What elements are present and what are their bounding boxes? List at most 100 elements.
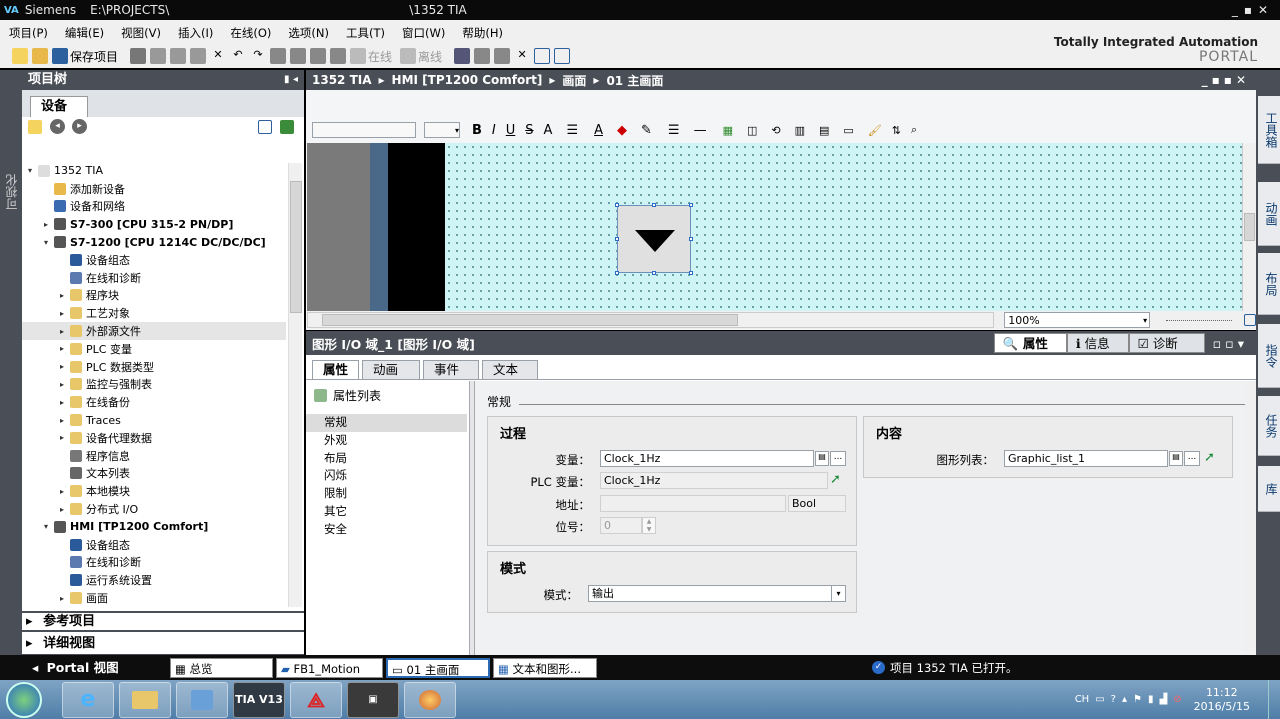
accessible-devices-icon[interactable] xyxy=(454,48,471,64)
zoom-select[interactable]: 100% ▾ xyxy=(1004,312,1151,328)
tab-instructions[interactable]: 指令 xyxy=(1258,324,1280,388)
tab-devices[interactable]: 设备 xyxy=(30,96,88,117)
print-icon[interactable] xyxy=(130,48,147,64)
expand-arrow-icon[interactable]: ▸ xyxy=(57,291,67,300)
close-editor-icon[interactable]: ✕ xyxy=(514,48,530,64)
goto-plc-icon[interactable]: ➚ xyxy=(830,472,841,487)
open-project-icon[interactable] xyxy=(32,48,48,64)
tab-animations[interactable]: 动画 xyxy=(362,360,421,380)
tree-item[interactable]: ▸ 设备代理数据 xyxy=(22,429,286,447)
graphic-io-field[interactable] xyxy=(617,205,691,273)
tree-item[interactable]: ▸ PLC 数据类型 xyxy=(22,358,286,376)
line-color-icon[interactable]: ✎ xyxy=(641,123,652,138)
font-family-select[interactable] xyxy=(312,122,416,138)
breadcrumb-screen[interactable]: 01 主画面 xyxy=(606,72,663,89)
language-indicator[interactable]: CH xyxy=(1075,694,1090,705)
property-list-item[interactable]: 闪烁 xyxy=(306,467,467,485)
align-icon[interactable]: ☰ xyxy=(566,123,578,138)
menu-window[interactable]: 窗口(W) xyxy=(402,25,445,41)
line-width-icon[interactable]: ☰ xyxy=(668,123,680,138)
paste-icon[interactable] xyxy=(190,48,207,64)
overview-icon[interactable] xyxy=(258,120,272,134)
expand-arrow-icon[interactable]: ▸ xyxy=(41,220,51,229)
tab-events[interactable]: 事件 xyxy=(423,360,480,380)
tree-item[interactable]: ▸ PLC 变量 xyxy=(22,340,286,358)
cross-reference-icon[interactable] xyxy=(474,48,491,64)
keyboard-icon[interactable]: ▭ xyxy=(1095,694,1104,705)
expand-arrow-icon[interactable]: ▸ xyxy=(57,309,67,318)
expand-arrow-icon[interactable]: ▾ xyxy=(41,522,51,531)
hmi-screen-canvas[interactable] xyxy=(445,143,1242,311)
window-controls[interactable]: _▪✕ xyxy=(1232,3,1274,17)
same-size-icon[interactable]: ▭ xyxy=(843,124,853,137)
split-vertical-icon[interactable] xyxy=(554,48,571,64)
tree-item[interactable]: ▸ 外部源文件 xyxy=(22,322,286,340)
format-painter-icon[interactable]: 🖌 xyxy=(868,124,882,137)
canvas-hscroll[interactable] xyxy=(307,312,995,328)
breadcrumb-screens[interactable]: 画面 xyxy=(562,72,586,89)
variable-field[interactable]: Clock_1Hz xyxy=(600,450,814,467)
zoom-icon[interactable]: ⌕ xyxy=(911,123,917,137)
clock[interactable]: 11:12 2016/5/15 xyxy=(1194,686,1250,714)
tree-item[interactable]: 在线和诊断 xyxy=(22,269,286,287)
expand-arrow-icon[interactable]: ▸ xyxy=(57,594,67,603)
handle-tr[interactable] xyxy=(689,203,693,207)
go-online-button[interactable]: 在线 xyxy=(368,48,392,65)
portal-view-button[interactable]: ◂ Portal 视图 xyxy=(0,655,170,680)
line-style-icon[interactable]: — xyxy=(694,123,707,138)
expand-arrow-icon[interactable]: ▸ xyxy=(57,433,67,442)
navigation-icon[interactable] xyxy=(1244,314,1256,326)
tree-item[interactable]: ▸ 工艺对象 xyxy=(22,304,286,322)
strikethrough-icon[interactable]: S xyxy=(525,123,533,138)
layer-icon[interactable]: ◫ xyxy=(747,124,757,137)
new-folder-icon[interactable] xyxy=(28,120,42,134)
tree-item[interactable]: ▸ 程序块 xyxy=(22,287,286,305)
expand-arrow-icon[interactable]: ▸ xyxy=(57,416,67,425)
menu-options[interactable]: 选项(N) xyxy=(288,25,329,41)
tab-toolbox[interactable]: 工具箱 xyxy=(1258,96,1280,164)
tab-layout[interactable]: 布局 xyxy=(1258,253,1280,315)
sync-icon[interactable] xyxy=(280,120,294,134)
compile-icon[interactable] xyxy=(270,48,287,64)
tree-item[interactable]: 文本列表 xyxy=(22,465,286,483)
distribute-icon[interactable]: ▤ xyxy=(819,124,829,137)
tia-v13-icon[interactable]: TIA V13 xyxy=(233,681,285,718)
copy-icon[interactable] xyxy=(170,48,187,64)
split-horizontal-icon[interactable] xyxy=(534,48,551,64)
forward-icon[interactable]: ▸ xyxy=(72,119,87,134)
property-list-item[interactable]: 其它 xyxy=(306,503,467,521)
status-tab-overview[interactable]: ▦ 总览 xyxy=(170,657,273,678)
goto-graphic-list-icon[interactable]: ➚ xyxy=(1204,450,1215,465)
download-icon[interactable] xyxy=(290,48,307,64)
menu-edit[interactable]: 编辑(E) xyxy=(65,25,104,41)
ie-icon[interactable]: e xyxy=(62,681,114,718)
property-list-item[interactable]: 外观 xyxy=(306,432,467,450)
vmware-icon[interactable]: ▣ xyxy=(347,681,399,718)
menu-insert[interactable]: 插入(I) xyxy=(178,25,213,41)
details-view-header[interactable]: ▸ 详细视图 xyxy=(22,634,304,655)
tree-item[interactable]: ▸ S7-300 [CPU 315-2 PN/DP] xyxy=(22,215,286,233)
start-button[interactable] xyxy=(6,681,42,718)
scroll-thumb[interactable] xyxy=(290,181,302,313)
go-offline-button[interactable]: 离线 xyxy=(418,48,442,65)
new-project-icon[interactable] xyxy=(12,48,28,64)
menu-online[interactable]: 在线(O) xyxy=(230,25,271,41)
flag-icon[interactable]: ⚑ xyxy=(1133,694,1142,705)
property-list-item[interactable]: 安全 xyxy=(306,521,467,539)
expand-arrow-icon[interactable]: ▸ xyxy=(57,327,67,336)
canvas-vscroll-thumb[interactable] xyxy=(1244,213,1255,241)
menu-view[interactable]: 视图(V) xyxy=(121,25,161,41)
tree-item[interactable]: 设备和网络 xyxy=(22,198,286,216)
tab-tasks[interactable]: 任务 xyxy=(1258,396,1280,456)
canvas-vscroll[interactable] xyxy=(1242,143,1256,311)
tree-item[interactable]: 添加新设备 xyxy=(22,180,286,198)
go-online-icon[interactable] xyxy=(350,48,367,64)
device-icon[interactable]: ▮ xyxy=(1148,694,1154,705)
group-icon[interactable]: ▦ xyxy=(723,124,733,137)
undo-icon[interactable]: ↶ xyxy=(230,48,246,64)
inspector-tab-properties[interactable]: 🔍 属性 xyxy=(993,333,1067,353)
property-list-item[interactable]: 布局 xyxy=(306,450,467,468)
simulate-icon[interactable] xyxy=(330,48,347,64)
graphic-list-browse-button[interactable]: ... xyxy=(1184,451,1200,466)
text-color-icon[interactable]: A xyxy=(594,123,603,138)
